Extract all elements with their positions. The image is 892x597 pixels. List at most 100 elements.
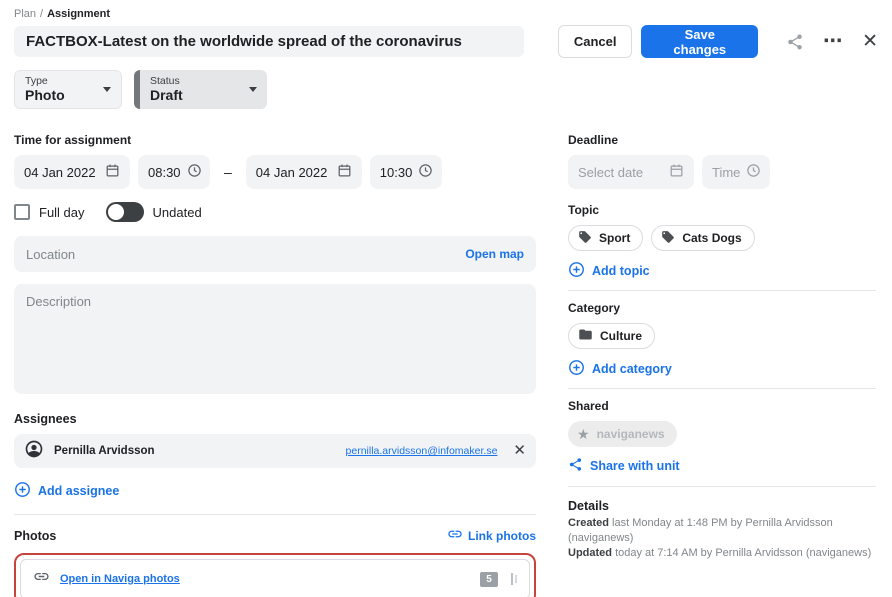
cancel-button[interactable]: Cancel [558, 25, 633, 58]
assignment-editor: Plan / Assignment FACTBOX-Latest on the … [0, 0, 892, 597]
share-icon[interactable] [786, 33, 804, 51]
updated-line: Updated today at 7:14 AM by Pernilla Arv… [568, 546, 876, 561]
created-label: Created [568, 517, 609, 529]
avatar-icon [24, 439, 44, 464]
photo-count-badge: 5 [480, 572, 498, 587]
top-bar-icons: ⋯ ✕ [786, 33, 878, 51]
breadcrumb-plan[interactable]: Plan [14, 8, 36, 20]
status-dropdown[interactable]: Status Draft [134, 70, 267, 109]
add-category-button[interactable]: Add category [568, 359, 672, 379]
more-options-icon[interactable]: ⋯ [823, 35, 843, 49]
plus-circle-icon [568, 261, 585, 281]
calendar-icon [331, 163, 352, 181]
close-icon[interactable]: ✕ [862, 33, 878, 51]
share-icon [568, 457, 583, 475]
add-topic-button[interactable]: Add topic [568, 261, 650, 281]
details-label: Details [568, 499, 876, 513]
photos-header-row: Photos Link photos [14, 526, 536, 545]
deadline-row: Select date Time [568, 155, 876, 189]
top-bar: FACTBOX-Latest on the worldwide spread o… [14, 25, 878, 58]
clock-icon [740, 163, 761, 181]
deadline-label: Deadline [568, 133, 876, 147]
topic-tags: Sport Cats Dogs [568, 225, 876, 251]
plus-circle-icon [14, 481, 31, 501]
assignment-title-field[interactable]: FACTBOX-Latest on the worldwide spread o… [14, 26, 524, 57]
section-divider [14, 514, 536, 515]
category-tags: Culture [568, 323, 876, 349]
topic-label: Topic [568, 203, 876, 217]
assignment-title: FACTBOX-Latest on the worldwide spread o… [26, 33, 462, 50]
calendar-icon [99, 163, 120, 181]
full-day-label: Full day [39, 205, 85, 220]
description-input[interactable] [26, 294, 524, 384]
plus-circle-icon [568, 359, 585, 379]
open-map-link[interactable]: Open map [465, 247, 524, 261]
updated-label: Updated [568, 547, 612, 559]
updated-text: today at 7:14 AM by Pernilla Arvidsson (… [615, 547, 871, 559]
undated-label: Undated [153, 205, 202, 220]
chevron-down-icon [103, 87, 111, 92]
undated-toggle[interactable] [106, 202, 144, 222]
chevron-down-icon [249, 87, 257, 92]
location-input[interactable] [26, 247, 465, 262]
remove-assignee-icon[interactable]: ✕ [513, 444, 526, 458]
shared-units: ★ naviganews [568, 421, 876, 447]
end-date-button[interactable]: 04 Jan 2022 [246, 155, 362, 189]
photo-stack-icon [511, 573, 517, 585]
description-field [14, 284, 536, 394]
breadcrumb-assignment: Assignment [47, 8, 110, 20]
tag-icon [578, 230, 592, 247]
right-column: Deadline Select date Time Topic [568, 109, 876, 597]
start-time-button[interactable]: 08:30 [138, 155, 210, 189]
photos-label: Photos [14, 529, 56, 543]
assignee-email-link[interactable]: pernilla.arvidsson@infomaker.se [346, 445, 498, 457]
breadcrumb: Plan / Assignment [14, 8, 878, 20]
calendar-icon [663, 163, 684, 181]
end-time-button[interactable]: 10:30 [370, 155, 442, 189]
breadcrumb-separator: / [40, 8, 43, 20]
topic-tag-cats-dogs[interactable]: Cats Dogs [651, 225, 754, 251]
share-with-unit-button[interactable]: Share with unit [568, 457, 680, 475]
linked-photos-card: Open in Naviga photos 5 [20, 559, 530, 597]
highlight-annotation: Open in Naviga photos 5 [14, 553, 536, 597]
clock-icon [412, 163, 433, 181]
deadline-time-button[interactable]: Time [702, 155, 770, 189]
assignee-row: Pernilla Arvidsson pernilla.arvidsson@in… [14, 434, 536, 468]
time-row: 04 Jan 2022 08:30 – 04 Jan 2022 [14, 155, 536, 189]
add-assignee-button[interactable]: Add assignee [14, 481, 119, 501]
created-line: Created last Monday at 1:48 PM by Pernil… [568, 516, 876, 546]
full-day-checkbox[interactable] [14, 204, 30, 220]
star-icon: ★ [577, 428, 590, 440]
left-column: Time for assignment 04 Jan 2022 08:30 – [14, 109, 536, 597]
location-field: Open map [14, 236, 536, 272]
assignees-label: Assignees [14, 412, 536, 426]
type-dropdown-value: Photo [25, 87, 97, 103]
shared-label: Shared [568, 399, 876, 413]
link-icon [447, 526, 463, 545]
clock-icon [181, 163, 202, 181]
category-tag-culture[interactable]: Culture [568, 323, 655, 349]
save-changes-button[interactable]: Save changes [641, 25, 758, 58]
time-section-label: Time for assignment [14, 133, 536, 147]
deadline-date-button[interactable]: Select date [568, 155, 694, 189]
category-label: Category [568, 301, 876, 315]
folder-icon [578, 327, 593, 345]
start-date-button[interactable]: 04 Jan 2022 [14, 155, 130, 189]
status-dropdown-value: Draft [150, 87, 243, 103]
shared-unit-naviganews: ★ naviganews [568, 421, 677, 447]
tag-icon [661, 230, 675, 247]
link-icon [33, 568, 50, 590]
open-naviga-photos-link[interactable]: Open in Naviga photos [60, 573, 180, 585]
dropdown-row: Type Photo Status Draft [14, 70, 878, 109]
time-range-separator: – [224, 164, 232, 180]
type-dropdown-label: Type [25, 75, 97, 87]
fullday-row: Full day Undated [14, 202, 536, 222]
topic-tag-sport[interactable]: Sport [568, 225, 643, 251]
assignee-name: Pernilla Arvidsson [54, 445, 336, 457]
type-dropdown[interactable]: Type Photo [14, 70, 122, 109]
section-divider [568, 388, 876, 389]
section-divider [568, 486, 876, 487]
link-photos-button[interactable]: Link photos [447, 526, 536, 545]
status-dropdown-label: Status [150, 75, 243, 87]
section-divider [568, 290, 876, 291]
